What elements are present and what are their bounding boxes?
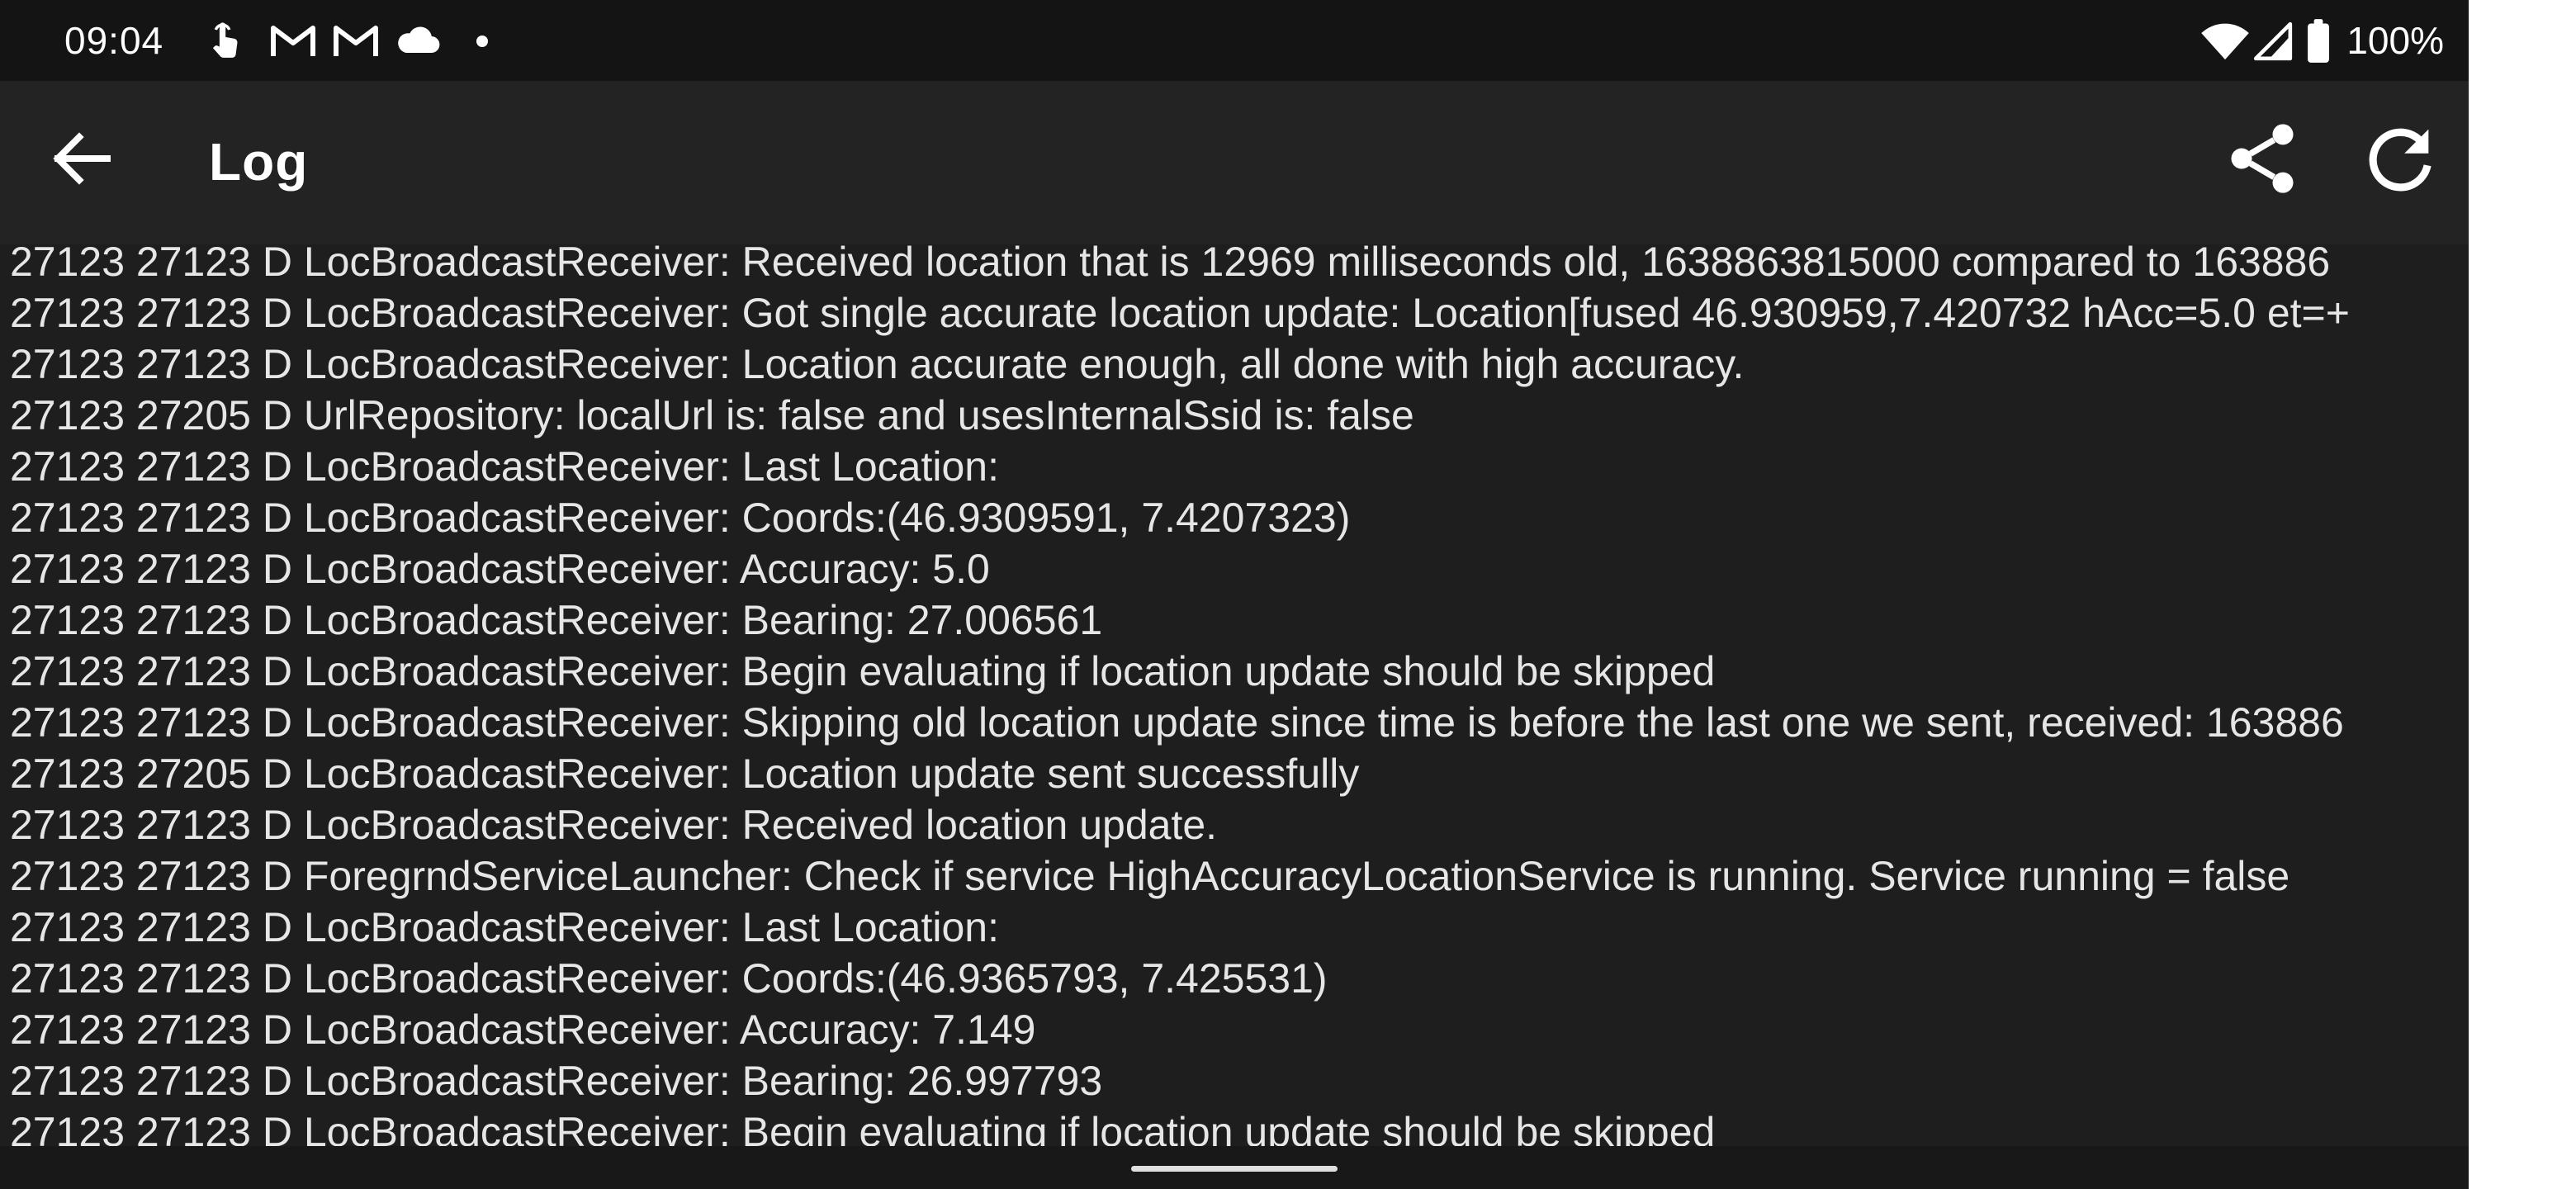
status-bar: 09:04 100% [0, 0, 2469, 81]
log-line: 27123 27123 D LocBroadcastReceiver: Last… [10, 443, 999, 490]
log-line: 27123 27123 D LocBroadcastReceiver: Loca… [10, 341, 1745, 387]
log-line: 27123 27123 D LocBroadcastReceiver: Last… [10, 904, 999, 950]
status-time: 09:04 [64, 19, 164, 62]
back-arrow-icon[interactable] [41, 119, 121, 198]
log-line: 27123 27123 D LocBroadcastReceiver: Accu… [10, 1007, 1036, 1053]
battery-percentage: 100% [2346, 19, 2444, 62]
app-bar: Log [0, 81, 2469, 244]
navigation-bar [0, 1146, 2469, 1189]
home-gesture-handle[interactable] [1131, 1166, 1338, 1172]
log-line: 27123 27205 D LocBroadcastReceiver: Loca… [10, 751, 1360, 797]
log-line: 27123 27123 D LocBroadcastReceiver: Got … [10, 290, 2350, 336]
log-line: 27123 27205 D UrlRepository: localUrl is… [10, 392, 1414, 438]
log-line: 27123 27123 D LocBroadcastReceiver: Rece… [10, 802, 1218, 848]
log-line: 27123 27123 D LocBroadcastReceiver: Rece… [10, 239, 2331, 285]
gmail-icon [271, 26, 315, 56]
log-list: 27123 27123 D LocBroadcastReceiver: Rece… [10, 236, 2350, 1146]
page-title: Log [209, 132, 309, 192]
log-line: 27123 27123 D LocBroadcastReceiver: Skip… [10, 699, 2344, 746]
log-line: 27123 27123 D LocBroadcastReceiver: Coor… [10, 955, 1328, 1002]
log-line: 27123 27123 D LocBroadcastReceiver: Begi… [10, 1109, 1716, 1146]
log-line: 27123 27123 D ForegrndServiceLauncher: C… [10, 853, 2290, 899]
log-area[interactable]: 27123 27123 D LocBroadcastReceiver: Rece… [0, 236, 2469, 1146]
wifi-icon [2201, 23, 2249, 60]
gmail-icon [334, 26, 378, 56]
screen: 09:04 100% Log 27123 27123 D LocBroadcas… [0, 0, 2469, 1189]
cloud-icon [398, 26, 440, 54]
log-line: 27123 27123 D LocBroadcastReceiver: Bear… [10, 1058, 1103, 1104]
refresh-icon[interactable] [2360, 117, 2442, 200]
battery-icon [2308, 19, 2329, 63]
log-line: 27123 27123 D LocBroadcastReceiver: Begi… [10, 648, 1716, 694]
signal-icon [2253, 21, 2293, 61]
log-line: 27123 27123 D LocBroadcastReceiver: Coor… [10, 495, 1351, 541]
dot-icon [476, 36, 488, 47]
touch-icon [212, 22, 238, 58]
log-line: 27123 27123 D LocBroadcastReceiver: Accu… [10, 546, 990, 592]
log-line: 27123 27123 D LocBroadcastReceiver: Bear… [10, 597, 1103, 643]
share-icon[interactable] [2221, 117, 2304, 200]
